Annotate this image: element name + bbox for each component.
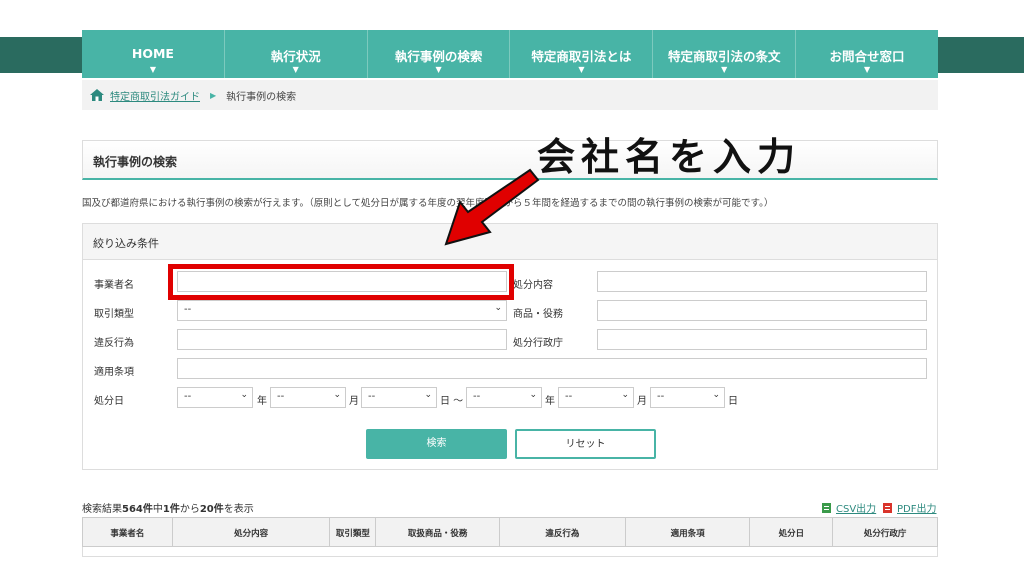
csv-file-icon [822, 503, 831, 513]
column-header[interactable]: 適用条項 [626, 518, 751, 546]
agency-input[interactable] [597, 329, 927, 350]
search-button[interactable]: 検索 [366, 429, 507, 459]
chevron-down-icon: ⌄ [712, 390, 720, 400]
results-suffix: を表示 [223, 504, 254, 515]
csv-label: CSV出力 [836, 504, 877, 515]
month-unit: 月 [349, 396, 359, 407]
results-mid1: 中 [152, 504, 163, 515]
nav-label: 特定商取引法とは [531, 49, 632, 64]
chevron-down-icon: ⌄ [424, 390, 432, 400]
to-month-select[interactable]: -- ⌄ [558, 387, 634, 408]
to-year-select[interactable]: -- ⌄ [466, 387, 542, 408]
nav-item-contact[interactable]: お問合せ窓口 ▼ [796, 30, 938, 78]
breadcrumb-current: 執行事例の検索 [226, 91, 297, 103]
results-summary: 検索結果564件中1件から20件を表示 [82, 500, 254, 515]
breadcrumb-separator-icon: ▶ [210, 90, 217, 100]
chevron-down-icon: ▼ [149, 65, 156, 74]
results-mid2: から [179, 504, 200, 515]
column-header[interactable]: 処分日 [750, 518, 834, 546]
violation-label: 違反行為 [94, 338, 134, 349]
transaction-type-label: 取引類型 [94, 309, 134, 320]
transaction-type-select[interactable]: -- ⌄ [177, 300, 507, 321]
to-day-select[interactable]: -- ⌄ [650, 387, 725, 408]
breadcrumb-home-link[interactable]: 特定商取引法ガイド [110, 88, 200, 103]
column-header[interactable]: 処分行政庁 [833, 518, 937, 546]
nav-label: 執行事例の検索 [394, 49, 483, 64]
nav-item-about-law[interactable]: 特定商取引法とは ▼ [510, 30, 654, 78]
column-header[interactable]: 取扱商品・役務 [376, 518, 501, 546]
home-icon[interactable] [90, 89, 104, 101]
chevron-down-icon: ⌄ [621, 390, 629, 400]
chevron-down-icon: ▼ [435, 65, 442, 74]
nav-label: お問合せ窓口 [829, 49, 905, 64]
results-from: 1件 [162, 504, 180, 515]
year-unit: 年 [545, 396, 555, 407]
chevron-down-icon: ▼ [292, 65, 299, 74]
pdf-file-icon [883, 503, 892, 513]
select-value: -- [473, 391, 481, 402]
column-header[interactable]: 処分内容 [173, 518, 331, 546]
nav-label: 執行状況 [270, 49, 321, 64]
day-range-unit: 日 〜 [440, 396, 464, 407]
select-value: -- [657, 391, 665, 402]
from-day-select[interactable]: -- ⌄ [361, 387, 437, 408]
chevron-down-icon: ▼ [578, 65, 585, 74]
column-header[interactable]: 事業者名 [83, 518, 173, 546]
nav-label: 特定商取引法の条文 [667, 49, 781, 64]
business-name-label: 事業者名 [94, 280, 134, 291]
highlight-box [168, 264, 514, 300]
nav-item-home[interactable]: HOME ▼ [82, 30, 225, 78]
filter-panel: 絞り込み条件 事業者名 処分内容 取引類型 -- ⌄ 商品・役務 違反行為 処分… [82, 223, 938, 470]
article-label: 適用条項 [94, 367, 134, 378]
chevron-down-icon: ⌄ [333, 390, 341, 400]
nav-item-status[interactable]: 執行状況 ▼ [225, 30, 368, 78]
nav-label: HOME [131, 46, 174, 61]
from-year-select[interactable]: -- ⌄ [177, 387, 253, 408]
violation-input[interactable] [177, 329, 507, 350]
table-row[interactable] [82, 547, 938, 557]
chevron-down-icon: ⌄ [529, 390, 537, 400]
month-unit: 月 [637, 396, 647, 407]
select-value: -- [368, 391, 376, 402]
nav-item-law-text[interactable]: 特定商取引法の条文 ▼ [653, 30, 797, 78]
year-unit: 年 [257, 396, 267, 407]
chevron-down-icon: ⌄ [494, 303, 502, 313]
product-service-label: 商品・役務 [513, 309, 563, 320]
main-nav: HOME ▼ 執行状況 ▼ 執行事例の検索 ▼ 特定商取引法とは ▼ 特定商取引法の条文… [82, 30, 938, 78]
from-month-select[interactable]: -- ⌄ [270, 387, 346, 408]
breadcrumb: 特定商取引法ガイド ▶ 執行事例の検索 [82, 80, 938, 110]
select-value: -- [565, 391, 573, 402]
results-to: 20件 [199, 504, 224, 515]
column-header[interactable]: 違反行為 [500, 518, 626, 546]
chevron-down-icon: ▼ [721, 65, 728, 74]
date-label: 処分日 [94, 396, 124, 407]
results-total: 564件 [122, 504, 153, 515]
csv-export-link[interactable]: CSV出力 [822, 500, 876, 515]
agency-label: 処分行政庁 [513, 338, 563, 349]
annotation-arrow-icon [444, 168, 540, 246]
results-table-header: 事業者名 処分内容 取引類型 取扱商品・役務 違反行為 適用条項 処分日 処分行… [82, 517, 938, 547]
results-prefix: 検索結果 [82, 504, 122, 515]
annotation-callout: 会社名を入力 [537, 135, 802, 179]
disposition-content-label: 処分内容 [513, 280, 553, 291]
nav-item-search[interactable]: 執行事例の検索 ▼ [368, 30, 511, 78]
chevron-down-icon: ▼ [863, 65, 871, 74]
select-value: -- [184, 391, 192, 402]
screenshot-stage: HOME ▼ 執行状況 ▼ 執行事例の検索 ▼ 特定商取引法とは ▼ 特定商取引法の条文… [0, 0, 1024, 576]
transaction-type-value: -- [184, 304, 192, 315]
reset-button[interactable]: リセット [515, 429, 656, 459]
chevron-down-icon: ⌄ [240, 390, 248, 400]
select-value: -- [277, 391, 285, 402]
article-input[interactable] [177, 358, 927, 379]
column-header[interactable]: 取引類型 [330, 518, 377, 546]
day-unit: 日 [728, 396, 738, 407]
pdf-label: PDF出力 [897, 504, 937, 515]
product-service-input[interactable] [597, 300, 927, 321]
disposition-content-input[interactable] [597, 271, 927, 292]
pdf-export-link[interactable]: PDF出力 [883, 500, 936, 515]
